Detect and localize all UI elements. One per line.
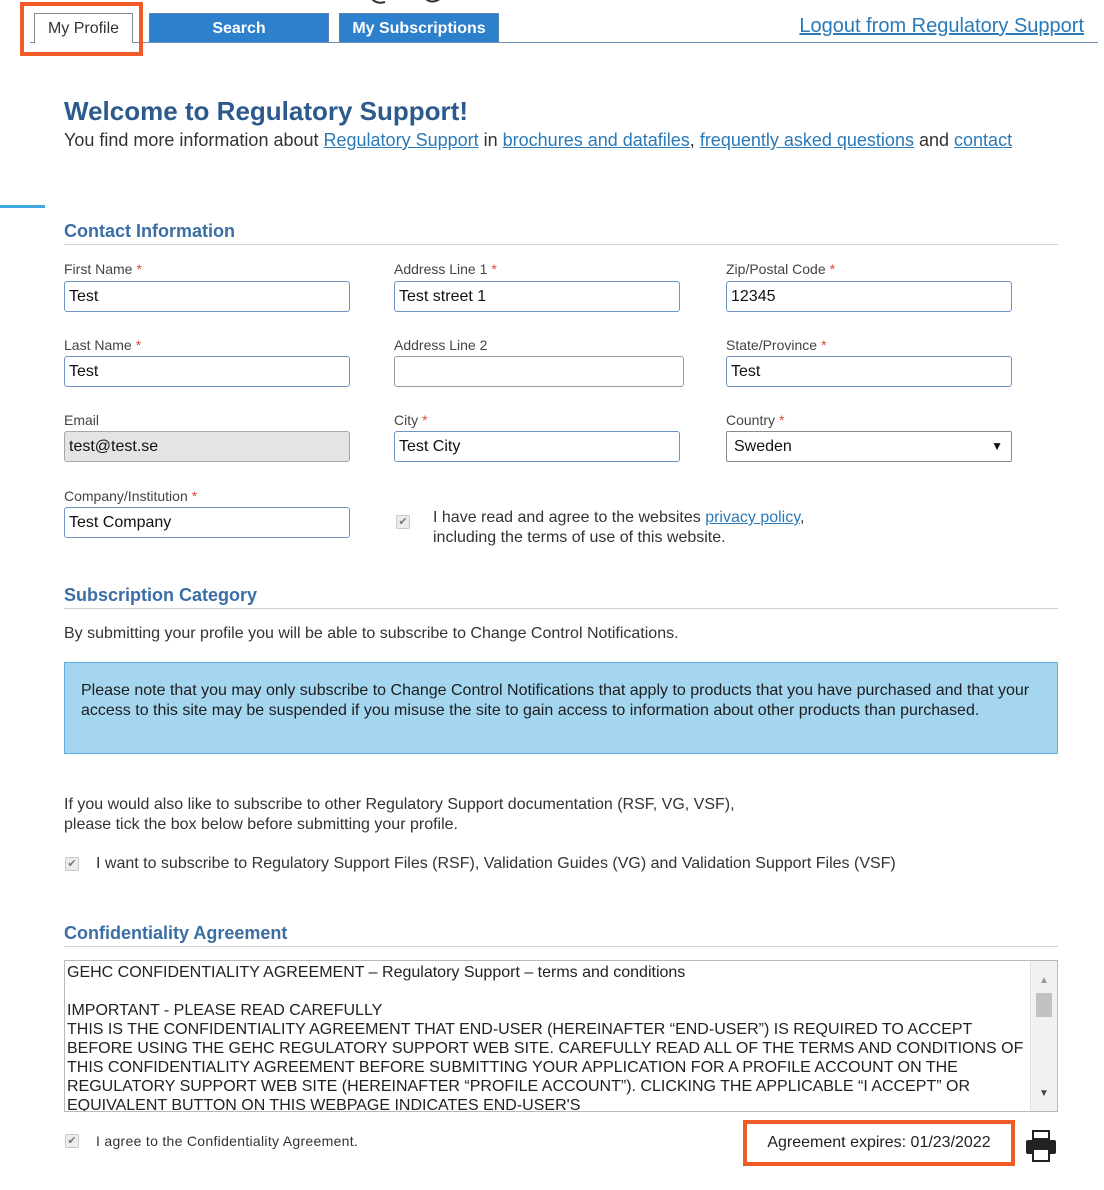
country-select[interactable]: Sweden ▼ [726, 431, 1012, 462]
welcome-intro: You find more information about Regulato… [64, 129, 1064, 151]
agree-checkbox[interactable]: ✔ [65, 1134, 79, 1148]
scroll-up-arrow-icon[interactable]: ▲ [1039, 971, 1049, 990]
scroll-down-arrow-icon[interactable]: ▼ [1039, 1084, 1049, 1103]
first-name-label: First Name * [64, 261, 142, 277]
rsf-checkbox-label: I want to subscribe to Regulatory Suppor… [96, 855, 896, 872]
scroll-thumb[interactable] [1036, 993, 1052, 1017]
privacy-checkbox[interactable]: ✔ [396, 515, 410, 529]
agreement-textarea[interactable]: GEHC CONFIDENTIALITY AGREEMENT – Regulat… [64, 960, 1058, 1112]
side-accent-line [0, 205, 45, 208]
page-title: Welcome to Regulatory Support! [64, 96, 468, 126]
intro-text: You find more information about [64, 130, 319, 150]
tab-my-subscriptions[interactable]: My Subscriptions [339, 13, 499, 42]
privacy-pre: I have read and agree to the websites [433, 509, 701, 526]
tab-search-subscriptions[interactable]: Search Subscriptions [149, 13, 329, 66]
expiry-text: Agreement expires: 01/23/2022 [767, 1134, 991, 1151]
address2-input[interactable] [394, 356, 684, 387]
company-label: Company/Institution * [64, 488, 198, 504]
country-label: Country * [726, 412, 785, 428]
brochures-link[interactable]: brochures and datafiles [503, 130, 690, 150]
email-field [64, 431, 350, 462]
privacy-line2: including the terms of use of this websi… [433, 529, 726, 546]
intro-in: in [483, 130, 498, 150]
address1-label: Address Line 1 * [394, 261, 497, 277]
contact-link[interactable]: contact [954, 130, 1012, 150]
agreement-important: IMPORTANT - PLEASE READ CAREFULLY [67, 1002, 383, 1019]
address2-label: Address Line 2 [394, 337, 488, 353]
zip-label: Zip/Postal Code * [726, 261, 836, 277]
tab-my-profile[interactable]: My Profile [34, 13, 133, 43]
company-input[interactable] [64, 507, 350, 538]
first-name-input[interactable] [64, 281, 350, 312]
printer-icon[interactable] [1024, 1128, 1058, 1164]
triangle-down-icon: ▼ [991, 439, 1003, 453]
address1-input[interactable] [394, 281, 680, 312]
rsf-checkbox[interactable]: ✔ [65, 857, 79, 871]
notice-box: Please note that you may only subscribe … [64, 662, 1058, 754]
zip-input[interactable] [726, 281, 1012, 312]
intro-and: and [918, 130, 950, 150]
other-docs-text: If you would also like to subscribe to o… [64, 795, 735, 835]
other-line1: If you would also like to subscribe to o… [64, 796, 735, 813]
agreement-body: THIS IS THE CONFIDENTIALITY AGREEMENT TH… [67, 1021, 1024, 1112]
last-name-input[interactable] [64, 356, 350, 387]
city-label: City * [394, 412, 428, 428]
regulatory-support-link[interactable]: Regulatory Support [324, 130, 479, 150]
privacy-text: I have read and agree to the websites pr… [433, 508, 804, 548]
agreement-scrollbar[interactable]: ▲ ▼ [1030, 961, 1057, 1111]
country-value: Sweden [734, 438, 792, 455]
agreement-heading: GEHC CONFIDENTIALITY AGREEMENT – Regulat… [67, 964, 686, 981]
city-input[interactable] [394, 431, 680, 462]
notice-text: Please note that you may only subscribe … [81, 682, 1030, 719]
privacy-post: , [800, 509, 805, 526]
other-line2: please tick the box below before submitt… [64, 816, 458, 833]
faq-link[interactable]: frequently asked questions [700, 130, 914, 150]
state-input[interactable] [726, 356, 1012, 387]
logout-link[interactable]: Logout from Regulatory Support [799, 15, 1084, 38]
email-label: Email [64, 412, 100, 428]
last-name-label: Last Name * [64, 337, 142, 353]
tab-bar: My Profile Search Subscriptions My Subsc… [0, 0, 1104, 66]
confidentiality-section-title: Confidentiality Agreement [64, 923, 1058, 947]
privacy-policy-link[interactable]: privacy policy [705, 509, 800, 526]
agree-label: I agree to the Confidentiality Agreement… [96, 1133, 359, 1149]
agreement-expiry: Agreement expires: 01/23/2022 [743, 1120, 1015, 1166]
contact-section-title: Contact Information [64, 221, 1058, 245]
subscription-section-title: Subscription Category [64, 585, 1058, 609]
intro-comma: , [689, 130, 695, 150]
subscription-intro: By submitting your profile you will be a… [64, 625, 679, 642]
state-label: State/Province * [726, 337, 827, 353]
